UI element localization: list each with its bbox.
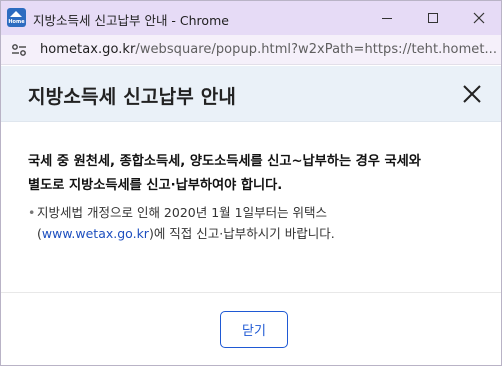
url-text[interactable]: hometax.go.kr/websquare/popup.html?w2xPa… xyxy=(40,42,497,57)
note-line2-rest: )에 직접 신고·납부하시기 바랍니다. xyxy=(148,226,335,241)
divider xyxy=(1,292,501,293)
site-info-button[interactable] xyxy=(8,40,30,60)
hometax-favicon-icon: Home xyxy=(7,8,26,27)
title-bar[interactable]: Home 지방소득세 신고납부 안내 - Chrome xyxy=(1,1,501,35)
main-message: 국세 중 원천세, 종합소득세, 양도소득세를 신고~납부하는 경우 국세와 별… xyxy=(28,150,478,198)
site-settings-icon xyxy=(12,44,26,56)
window-title: 지방소득세 신고납부 안내 - Chrome xyxy=(33,13,229,28)
window-close-button[interactable] xyxy=(456,1,501,35)
popup-page: 지방소득세 신고납부 안내 국세 중 원천세, 종합소득세, 양도소득세를 신고… xyxy=(1,66,501,365)
close-button[interactable]: 닫기 xyxy=(220,311,288,348)
note-line2: (www.wetax.go.kr)에 직접 신고·납부하시기 바랍니다. xyxy=(37,223,335,244)
browser-window: Home 지방소득세 신고납부 안내 - Chrome hometax.go.k… xyxy=(0,0,502,366)
close-icon xyxy=(463,85,481,103)
note-line1: 지방세법 개정으로 인해 2020년 1월 1일부터는 위택스 xyxy=(37,205,328,220)
address-bar[interactable]: hometax.go.kr/websquare/popup.html?w2xPa… xyxy=(1,35,501,65)
favicon-label: Home xyxy=(8,19,25,25)
maximize-icon xyxy=(428,13,438,23)
url-host: hometax.go.kr xyxy=(40,42,136,57)
wetax-link[interactable]: www.wetax.go.kr xyxy=(42,226,149,241)
main-message-line2: 별도로 지방소득세를 신고·납부하여야 합니다. xyxy=(28,178,283,193)
maximize-button[interactable] xyxy=(410,1,456,35)
popup-close-button[interactable] xyxy=(461,83,483,105)
minimize-icon xyxy=(382,17,392,19)
main-message-line1: 국세 중 원천세, 종합소득세, 양도소득세를 신고~납부하는 경우 국세와 xyxy=(28,154,421,169)
bullet: • xyxy=(28,205,36,220)
close-icon xyxy=(473,12,485,24)
minimize-button[interactable] xyxy=(364,1,410,35)
url-path: /websquare/popup.html?w2xPath=https://te… xyxy=(135,42,498,57)
popup-title: 지방소득세 신고납부 안내 xyxy=(28,86,237,108)
popup-header: 지방소득세 신고납부 안내 xyxy=(1,66,501,122)
